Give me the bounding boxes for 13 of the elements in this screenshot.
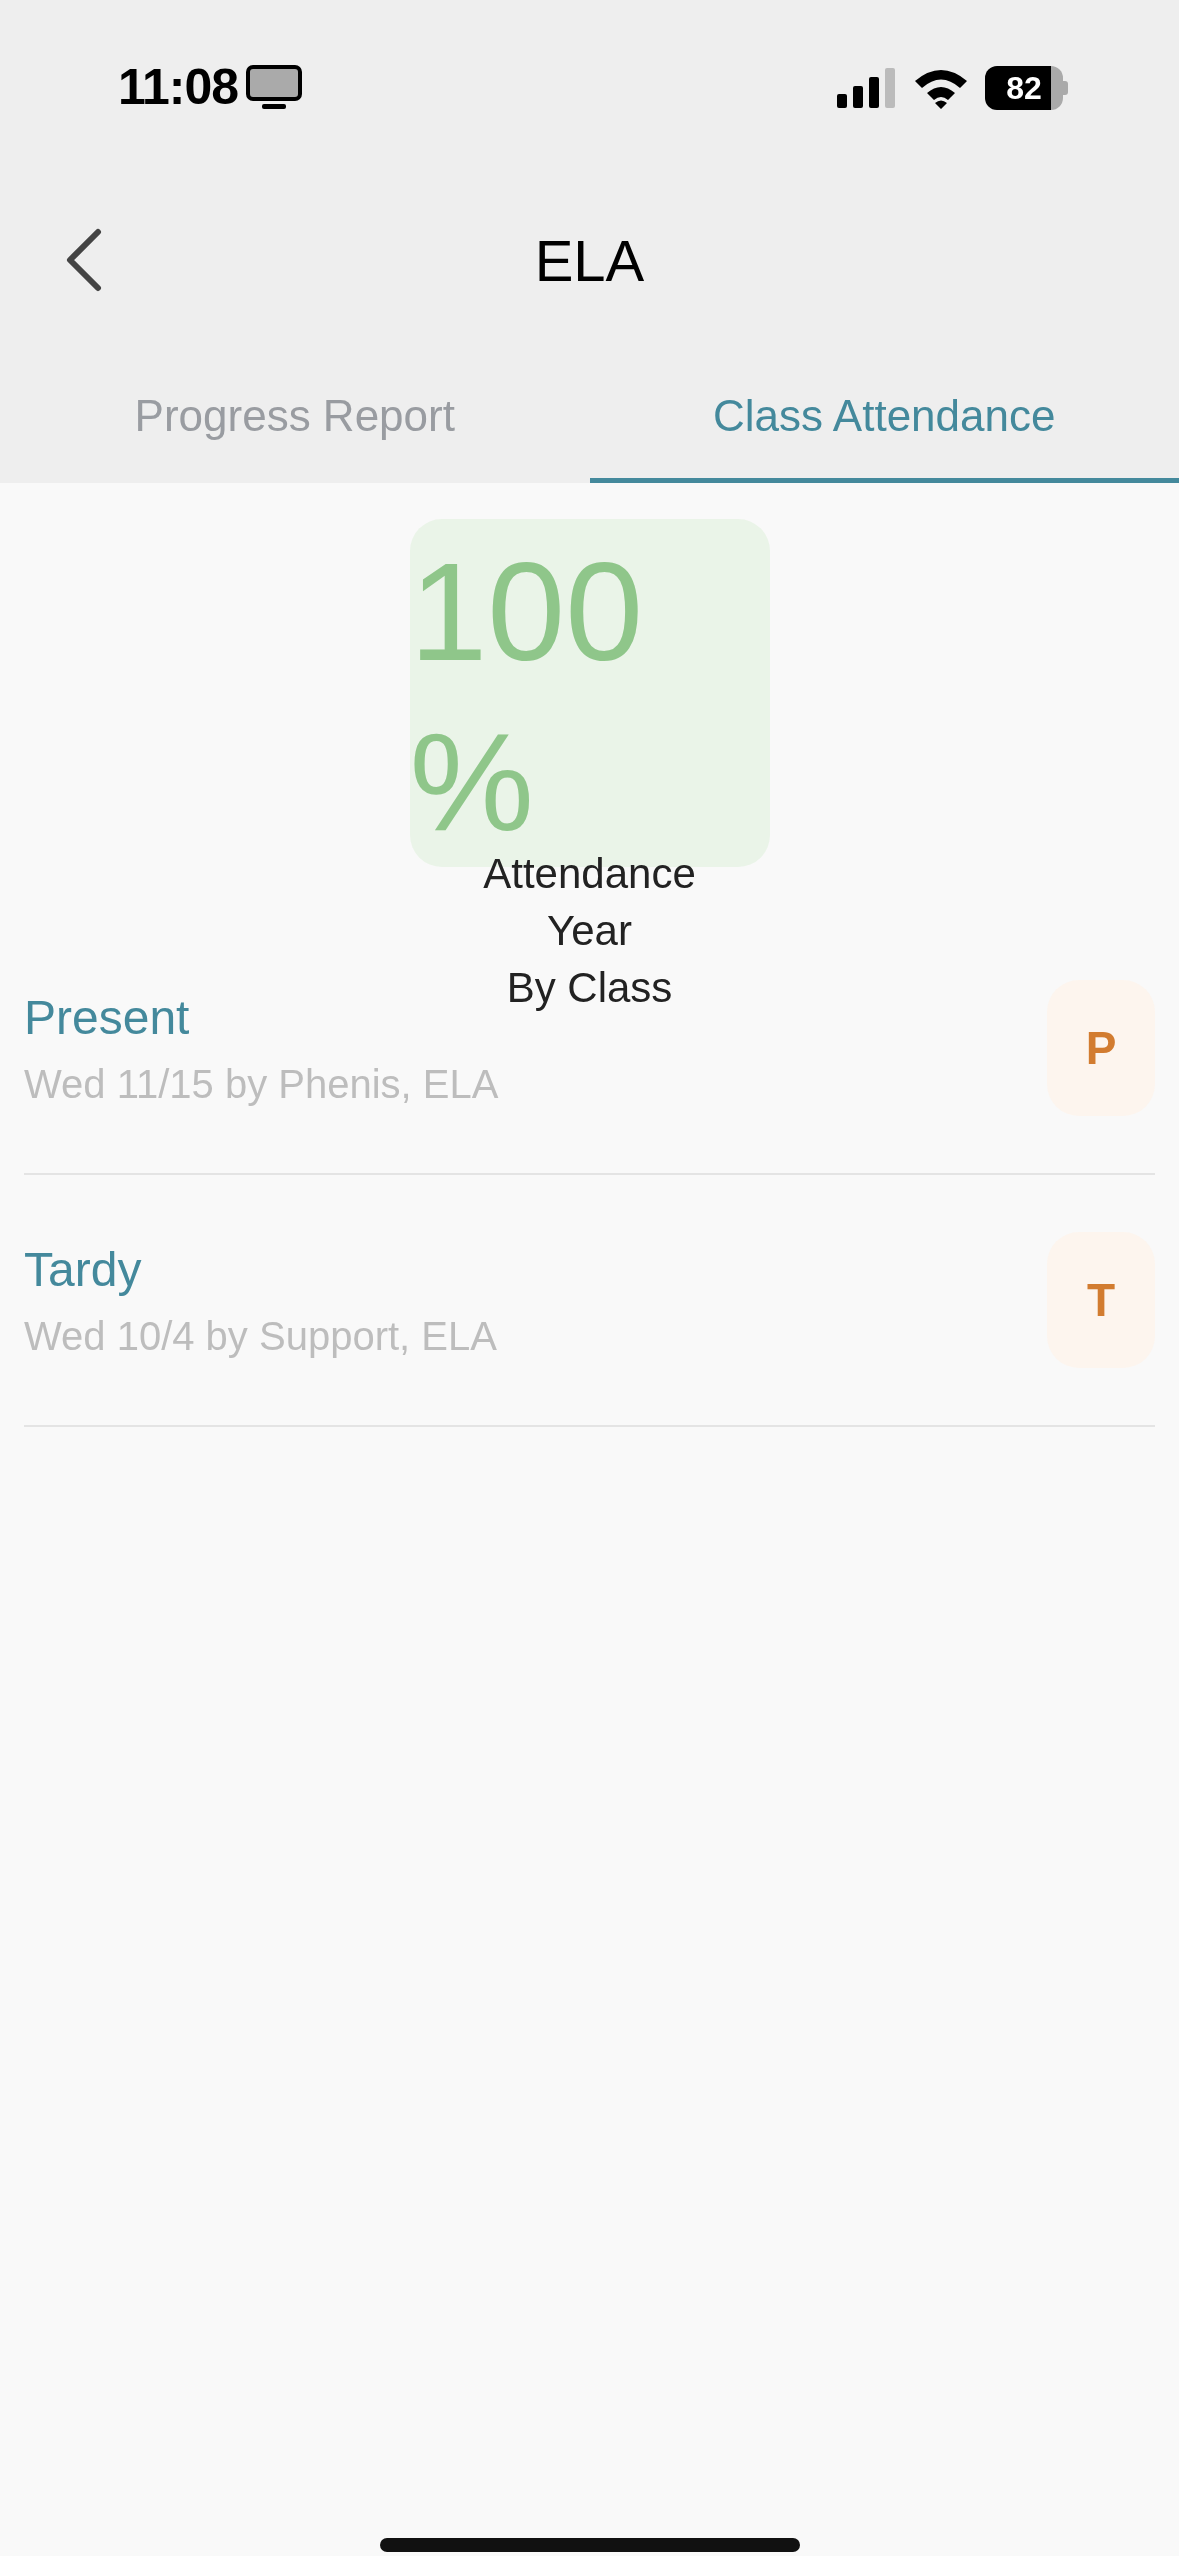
tab[interactable]: Class Attendance: [589, 345, 1179, 483]
attendance-detail: Wed 11/15 by Phenis, ELA: [24, 1061, 499, 1108]
status-time: 11:08: [118, 58, 239, 117]
tab[interactable]: Progress Report: [0, 345, 590, 483]
status-code-badge: P: [1047, 980, 1155, 1116]
attendance-status: Present: [24, 990, 191, 1046]
monitor-icon: [246, 64, 303, 111]
status-code-badge: T: [1047, 1232, 1155, 1368]
screen-title: ELA: [534, 226, 645, 295]
attendance-status: Tardy: [24, 1242, 143, 1298]
attendance-label: Attendance Year By Class: [483, 849, 696, 1013]
attendance-detail: Wed 10/4 by Support, ELA: [24, 1313, 497, 1360]
signal-icon: [837, 67, 897, 108]
